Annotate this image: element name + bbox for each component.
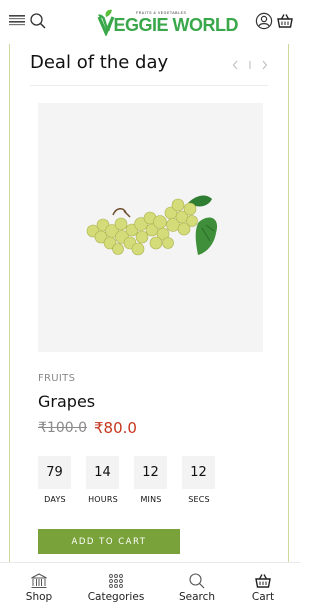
title-divider (30, 85, 268, 86)
grapes-image (86, 195, 218, 256)
countdown-mins: 12 (134, 456, 167, 489)
nav-search[interactable]: Search (165, 563, 229, 613)
grid-icon (109, 574, 123, 588)
bottom-nav: Shop Categories Search Cart (0, 562, 300, 612)
cart-icon (255, 574, 271, 588)
grape-bunch (86, 195, 218, 256)
search-icon[interactable] (29, 12, 47, 30)
user-icon[interactable] (255, 12, 273, 30)
product-category[interactable]: FRUITS (38, 373, 75, 384)
nav-search-label: Search (178, 591, 216, 603)
shop-icon (31, 573, 47, 588)
original-price: ₹100.0 (38, 420, 87, 436)
search-icon (189, 573, 205, 589)
cart-icon[interactable] (276, 12, 294, 30)
sale-price: ₹80.0 (94, 419, 137, 437)
veggie-world-logo[interactable]: FRUITS & VEGETABLES VEGGIE WORLD (96, 8, 239, 36)
countdown-mins-label: MINS (140, 495, 162, 504)
nav-cart-label: Cart (251, 591, 275, 603)
nav-cart[interactable]: Cart (231, 563, 295, 613)
next-arrow-icon[interactable] (262, 60, 268, 70)
menu-icon[interactable] (8, 12, 26, 30)
countdown-secs-label: SECS (188, 495, 210, 504)
logo-wordmark: VEGGIE WORLD (102, 15, 239, 35)
nav-categories[interactable]: Categories (84, 563, 148, 613)
product-image[interactable] (38, 103, 263, 352)
header: FRUITS & VEGETABLES VEGGIE WORLD (0, 0, 300, 44)
countdown-hours-label: HOURS (88, 495, 118, 504)
countdown-days: 79 (38, 456, 71, 489)
add-to-cart-button[interactable]: ADD TO CART (38, 529, 180, 554)
nav-shop[interactable]: Shop (7, 563, 71, 613)
deal-carousel-nav (232, 60, 268, 70)
countdown-hours: 14 (86, 456, 119, 489)
nav-categories-label: Categories (87, 591, 145, 603)
deal-title: Deal of the day (30, 52, 169, 73)
product-name[interactable]: Grapes (38, 392, 95, 411)
nav-shop-label: Shop (25, 591, 53, 603)
countdown-days-label: DAYS (44, 495, 66, 504)
countdown-secs: 12 (182, 456, 215, 489)
prev-arrow-icon[interactable] (232, 60, 238, 70)
